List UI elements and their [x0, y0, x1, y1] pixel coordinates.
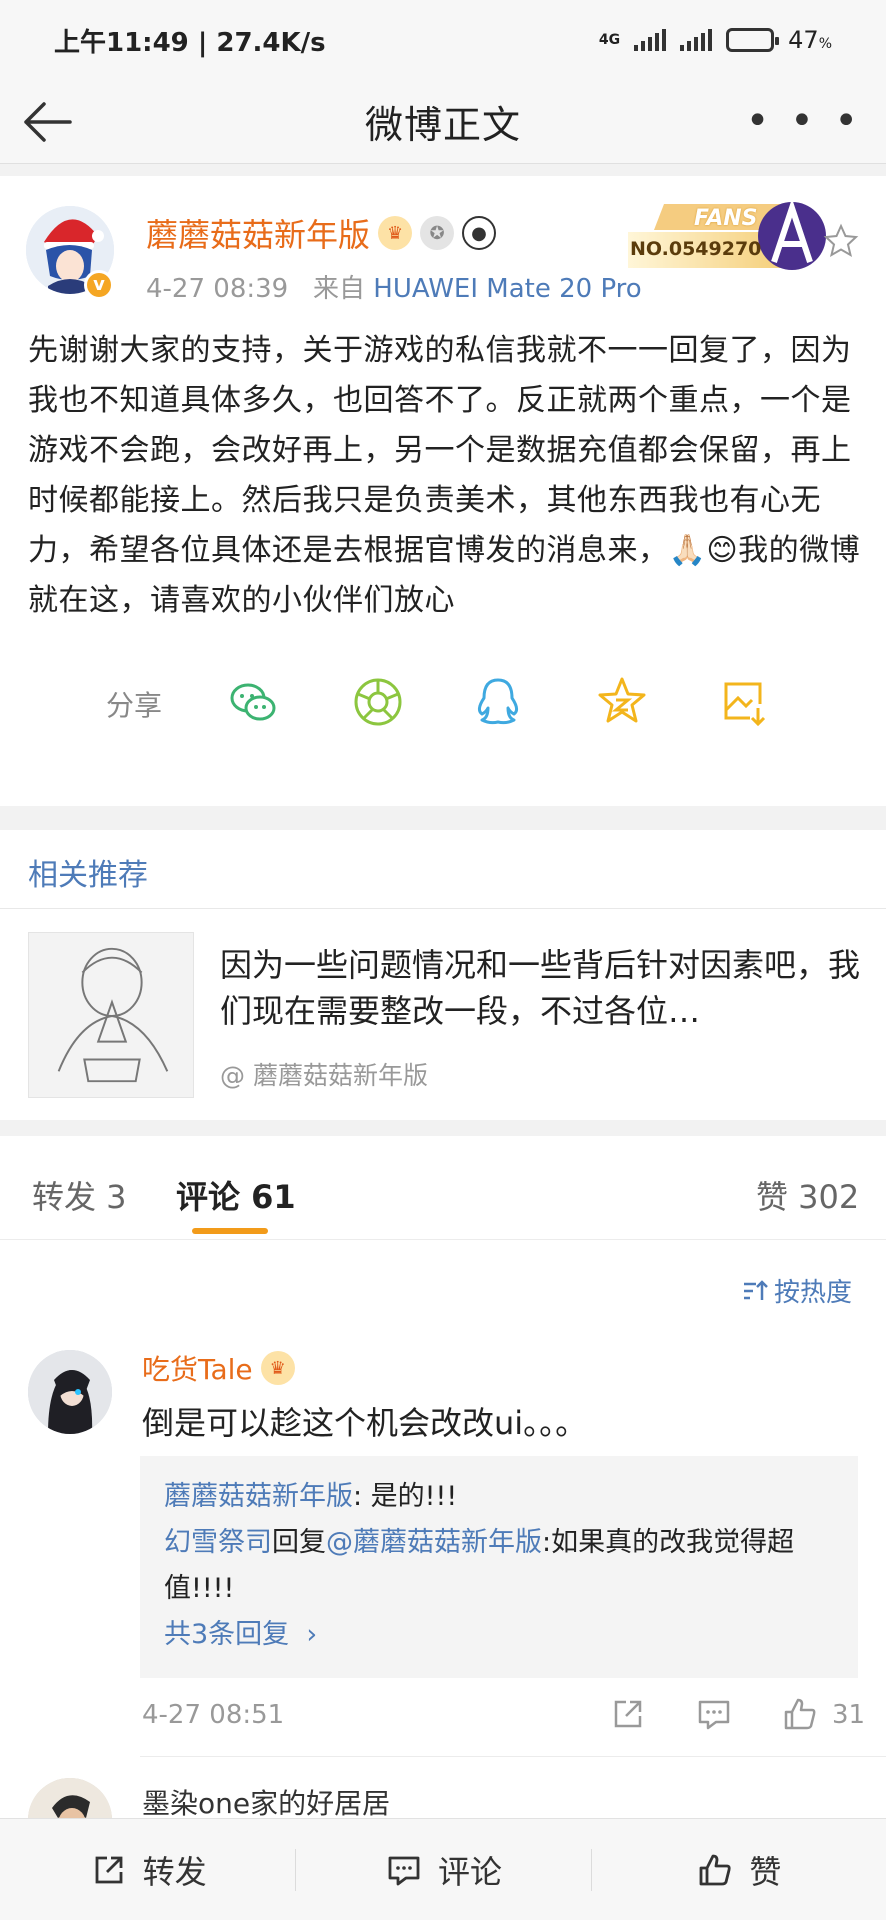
star-icon[interactable] — [822, 222, 860, 260]
verified-badge: v — [84, 270, 114, 300]
comment-icon — [388, 1856, 420, 1885]
share-row: 分享 — [0, 674, 886, 734]
more-icon[interactable]: • • • — [746, 98, 862, 144]
reply-1: 蘑蘑菇菇新年版: 是的!!! — [164, 1474, 834, 1520]
comment-avatar[interactable] — [28, 1350, 112, 1434]
separator — [0, 1120, 886, 1136]
chevron-right-icon: › — [297, 1619, 318, 1650]
related-thumbnail[interactable] — [28, 932, 194, 1098]
comment-time: 4-27 08:51 — [142, 1700, 285, 1730]
comment-icon[interactable] — [694, 1694, 734, 1734]
reply-2-user[interactable]: 幻雪祭司 — [164, 1527, 272, 1558]
fans-label: FANS — [694, 206, 758, 231]
separator — [0, 164, 886, 176]
repost-button[interactable]: 转发 — [0, 1819, 295, 1920]
reply-2-at[interactable]: @蘑蘑菇菇新年版 — [326, 1527, 542, 1558]
signal-icon — [634, 29, 667, 51]
status-bar: 上午11:49 | 27.4K/s 4G 47% — [0, 0, 886, 80]
battery-icon — [726, 28, 780, 52]
sort-icon — [744, 1279, 768, 1300]
fans-badge[interactable]: FANS NO.0549270 — [624, 196, 834, 272]
post-meta: 4-27 08:39 来自 HUAWEI Mate 20 Pro — [146, 268, 642, 305]
comment-label: 评论 — [437, 1852, 502, 1891]
reply-1-text: : 是的!!! — [353, 1481, 458, 1512]
sort-label: 按热度 — [774, 1278, 853, 1308]
divider — [0, 908, 886, 909]
bottom-action-bar: 转发 评论 赞 — [0, 1818, 886, 1920]
related-text[interactable]: 因为一些问题情况和一些背后针对因素吧，我们现在需要整改一段，不过各位… — [220, 942, 860, 1034]
separator — [0, 806, 886, 830]
image-save-icon[interactable] — [716, 674, 772, 730]
like-label: 赞 — [749, 1852, 782, 1891]
qq-icon[interactable] — [470, 674, 526, 730]
repost-icon — [95, 1856, 123, 1883]
post-time: 4-27 08:39 — [146, 274, 289, 304]
like-icon[interactable] — [780, 1694, 820, 1734]
page-title: 微博正文 — [364, 103, 521, 147]
sort-button[interactable]: 按热度 — [740, 1272, 852, 1309]
reply-2-mid: 回复 — [272, 1527, 326, 1558]
moments-icon[interactable] — [350, 674, 406, 730]
post-author[interactable]: 蘑蘑菇菇新年版 ♛ ✪ ● — [146, 210, 497, 256]
like-icon — [699, 1854, 731, 1885]
reply-1-user[interactable]: 蘑蘑菇菇新年版 — [164, 1481, 353, 1512]
repost-icon[interactable] — [608, 1694, 648, 1734]
comment-author-name[interactable]: 墨染one家的好居居 — [142, 1782, 390, 1822]
header: 微博正文 • • • — [0, 80, 886, 164]
tab-repost[interactable]: 转发 3 — [32, 1172, 127, 1218]
like-button[interactable]: 赞 — [590, 1819, 886, 1920]
share-label: 分享 — [106, 689, 163, 722]
related-section: 相关推荐 因为一些问题情况和一些背后针对因素吧，我们现在需要整改一段，不过各位…… — [0, 830, 886, 1120]
divider — [140, 1756, 886, 1757]
wechat-icon[interactable] — [226, 674, 282, 730]
related-title: 相关推荐 — [28, 858, 148, 893]
signal-2-icon — [680, 29, 713, 51]
comment-author-name[interactable]: 吃货Tale — [142, 1348, 253, 1388]
comment-text: 倒是可以趁这个机会改改ui。。。 — [142, 1404, 588, 1442]
crown-badge-icon: ♛ — [378, 216, 413, 250]
battery-percent: 47% — [788, 26, 832, 54]
fans-number: NO.0549270 — [630, 238, 762, 260]
weibo-star-icon[interactable] — [594, 674, 650, 730]
panda-badge-icon: ● — [462, 216, 497, 250]
tab-comment[interactable]: 评论 61 — [176, 1172, 296, 1218]
tab-underline — [192, 1228, 268, 1234]
reply-box[interactable]: 蘑蘑菇菇新年版: 是的!!! 幻雪祭司回复@蘑蘑菇菇新年版:如果真的改我觉得超值… — [140, 1456, 858, 1678]
repost-label: 转发 — [142, 1852, 207, 1891]
more-replies-label: 共3条回复 — [164, 1619, 290, 1650]
comment-like-count: 31 — [832, 1700, 866, 1730]
crown-badge-icon: ♛ — [260, 1351, 295, 1385]
network-label: 4G — [598, 32, 621, 48]
related-author: @ 蘑蘑菇菇新年版 — [220, 1061, 428, 1090]
post-text: 先谢谢大家的支持，关于游戏的私信我就不一一回复了，因为我也不知道具体多久，也回答… — [28, 333, 861, 618]
post-author-name[interactable]: 蘑蘑菇菇新年版 — [146, 210, 370, 256]
medal-badge-icon: ✪ — [420, 216, 455, 250]
comment-button[interactable]: 评论 — [295, 1819, 590, 1920]
status-right: 4G 47% — [599, 26, 832, 54]
reply-2: 幻雪祭司回复@蘑蘑菇菇新年版:如果真的改我觉得超值!!!! — [164, 1520, 834, 1612]
tab-like[interactable]: 赞 302 — [756, 1172, 859, 1218]
tab-bar: 转发 3 评论 61 赞 302 — [0, 1136, 886, 1240]
comment-author[interactable]: 吃货Tale ♛ — [142, 1348, 295, 1388]
back-arrow-icon[interactable] — [18, 92, 78, 152]
more-replies-link[interactable]: 共3条回复 › — [164, 1612, 834, 1658]
status-time: 上午11:49 | 27.4K/s — [54, 27, 326, 58]
post-from: 来自 — [313, 274, 366, 304]
post-device[interactable]: HUAWEI Mate 20 Pro — [373, 274, 641, 304]
post-card: v 蘑蘑菇菇新年版 ♛ ✪ ● 4-27 08:39 来自 HUAWEI Mat… — [0, 176, 886, 806]
